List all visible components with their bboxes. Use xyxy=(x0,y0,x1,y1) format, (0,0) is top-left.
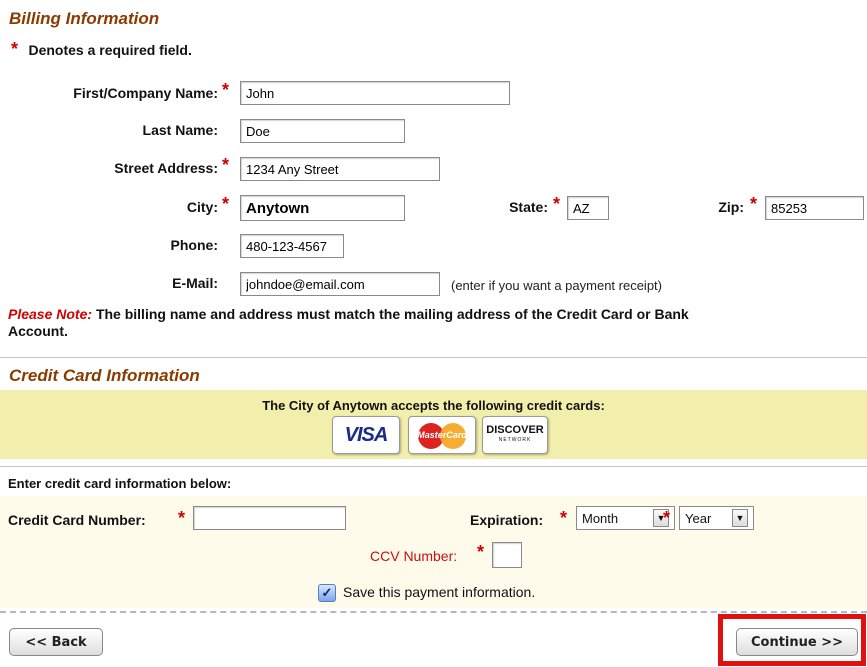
ccv-label: CCV Number: xyxy=(370,548,458,564)
discover-logo-subtext: NETWORK xyxy=(498,437,532,443)
divider xyxy=(0,357,867,358)
card-number-label: Credit Card Number: xyxy=(8,512,146,528)
zip-label: Zip: xyxy=(718,199,744,215)
expiration-year-select[interactable]: Year ▼ xyxy=(679,506,754,530)
phone-label: Phone: xyxy=(170,237,218,253)
ccv-required: * xyxy=(477,542,485,562)
required-note-text: Denotes a required field. xyxy=(28,42,192,58)
state-label: State: xyxy=(509,199,548,215)
chevron-down-icon: ▼ xyxy=(732,509,748,527)
checkmark-icon: ✓ xyxy=(321,585,333,600)
first-name-input[interactable] xyxy=(240,81,510,105)
first-name-required: * xyxy=(222,80,230,100)
city-input[interactable] xyxy=(240,195,405,221)
billing-note: Please Note: The billing name and addres… xyxy=(8,306,863,340)
street-address-required: * xyxy=(222,155,230,175)
continue-highlight-box xyxy=(718,614,866,666)
street-address-input[interactable] xyxy=(240,157,440,181)
dashed-divider xyxy=(0,611,867,613)
last-name-label: Last Name: xyxy=(142,122,218,138)
discover-card-logo: DISCOVER NETWORK xyxy=(482,416,548,454)
first-name-label: First/Company Name: xyxy=(73,85,218,101)
save-payment-checkbox[interactable]: ✓ xyxy=(318,584,336,602)
card-number-input[interactable] xyxy=(193,506,346,530)
required-note: * Denotes a required field. xyxy=(11,39,192,60)
credit-section-title: Credit Card Information xyxy=(9,366,200,385)
required-asterisk: * xyxy=(11,39,19,59)
expiration-month-value: Month xyxy=(582,510,619,526)
zip-input[interactable] xyxy=(765,196,864,220)
mastercard-circles: MasterCard xyxy=(416,422,468,449)
expiration-label: Expiration: xyxy=(470,512,544,528)
billing-note-text-2: Account. xyxy=(8,323,68,339)
phone-input[interactable] xyxy=(240,234,344,258)
billing-note-text: The billing name and address must match … xyxy=(95,306,689,322)
discover-logo: DISCOVER NETWORK xyxy=(486,425,543,445)
city-required: * xyxy=(222,194,230,214)
divider xyxy=(0,466,867,467)
expiration-year-value: Year xyxy=(685,510,712,526)
email-input[interactable] xyxy=(240,272,440,296)
expiration-month-required: * xyxy=(560,508,568,528)
expiration-month-select[interactable]: Month ▼ xyxy=(576,506,675,530)
accepted-cards-text: The City of Anytown accepts the followin… xyxy=(262,398,605,413)
email-label: E-Mail: xyxy=(172,275,218,291)
state-input[interactable] xyxy=(567,196,609,220)
last-name-input[interactable] xyxy=(240,119,405,143)
ccv-input[interactable] xyxy=(492,542,522,568)
billing-section-title: Billing Information xyxy=(9,9,160,28)
enter-card-info-label: Enter credit card information below: xyxy=(8,476,232,491)
visa-card-logo: VISA xyxy=(332,416,400,454)
state-required: * xyxy=(553,194,561,214)
expiration-year-required: * xyxy=(663,508,671,528)
zip-required: * xyxy=(750,194,758,214)
visa-logo-text: VISA xyxy=(344,423,389,446)
card-number-required: * xyxy=(178,508,186,528)
city-label: City: xyxy=(186,199,218,215)
mastercard-logo-text: MasterCard xyxy=(417,430,467,440)
email-hint: (enter if you want a payment receipt) xyxy=(451,278,662,293)
street-address-label: Street Address: xyxy=(114,160,218,176)
save-payment-label: Save this payment information. xyxy=(343,584,536,600)
mastercard-logo: MasterCard xyxy=(408,416,476,454)
back-button[interactable]: << Back xyxy=(9,628,103,656)
billing-note-prefix: Please Note: xyxy=(8,306,93,322)
